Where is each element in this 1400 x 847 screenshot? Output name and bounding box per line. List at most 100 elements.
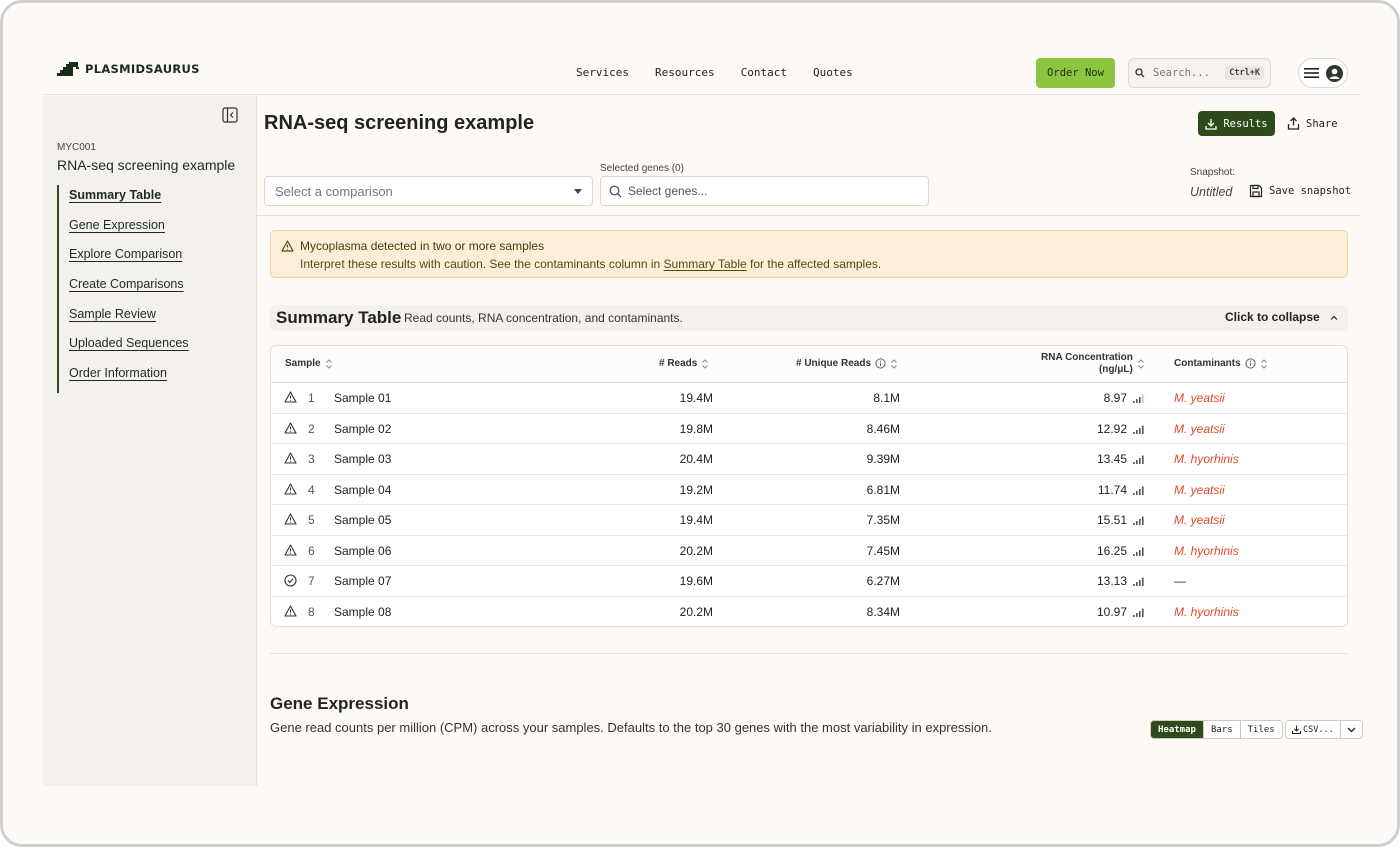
nav-quotes[interactable]: Quotes	[813, 66, 853, 79]
gene-expression-subtitle: Gene read counts per million (CPM) acros…	[270, 720, 992, 735]
genes-search-input[interactable]: Select genes...	[600, 176, 929, 206]
alert-summary-link[interactable]: Summary Table	[664, 257, 747, 271]
warning-icon	[284, 452, 297, 464]
warning-icon	[284, 482, 297, 495]
sidebar-item-order-information[interactable]: Order Information	[69, 363, 189, 393]
row-reads: 19.8M	[679, 421, 713, 436]
table-row[interactable]: 2 Sample 02 19.8M 8.46M 12.92 M. yeatsii	[271, 414, 1347, 444]
col-unique-reads[interactable]: # Unique Reads	[796, 358, 898, 369]
signal-bars-icon	[1133, 516, 1144, 525]
row-unique-reads: 8.34M	[866, 604, 900, 619]
nav-contact[interactable]: Contact	[741, 66, 787, 79]
row-index: 1	[308, 391, 315, 405]
table-row[interactable]: 6 Sample 06 20.2M 7.45M 16.25 M. hyorhinis	[271, 536, 1347, 566]
table-row[interactable]: 1 Sample 01 19.4M 8.1M 8.97 M. yeatsii	[271, 383, 1347, 414]
warning-icon	[284, 391, 297, 403]
app-window: PLASMIDSAURUS Services Resources Contact…	[0, 0, 1400, 847]
table-row[interactable]: 7 Sample 07 19.6M 6.27M 13.13 —	[271, 566, 1347, 597]
warning-icon	[284, 421, 297, 434]
divider	[257, 215, 1361, 216]
col-rna-concentration[interactable]: RNA Concentration (ng/μL)	[1041, 352, 1145, 376]
share-label: Share	[1306, 117, 1338, 130]
row-status	[284, 513, 297, 528]
row-rna-concentration: 11.74	[1097, 482, 1127, 497]
row-contaminant: —	[1174, 574, 1186, 588]
col-sample[interactable]: Sample	[285, 358, 333, 369]
hamburger-icon	[1303, 68, 1319, 78]
sidebar-collapse-icon[interactable]	[222, 107, 238, 123]
view-bars-button[interactable]: Bars	[1202, 721, 1240, 738]
order-now-button[interactable]: Order Now	[1036, 58, 1115, 88]
save-snapshot-button[interactable]: Save snapshot	[1249, 184, 1351, 198]
sidebar-item-uploaded-sequences[interactable]: Uploaded Sequences	[69, 333, 189, 363]
table-row[interactable]: 8 Sample 08 20.2M 8.34M 10.97 M. hyorhinis	[271, 597, 1347, 627]
nav-resources[interactable]: Resources	[655, 66, 715, 79]
search-box[interactable]: Search... Ctrl+K	[1128, 58, 1271, 88]
table-row[interactable]: 4 Sample 04 19.2M 6.81M 11.74 M. yeatsii	[271, 475, 1347, 505]
section-divider	[270, 653, 1348, 654]
save-icon	[1249, 184, 1263, 198]
row-unique-reads: 6.27M	[866, 574, 900, 588]
csv-export-button[interactable]: CSV...	[1286, 721, 1340, 738]
table-row[interactable]: 5 Sample 05 19.4M 7.35M 15.51 M. yeatsii	[271, 505, 1347, 536]
comparison-select[interactable]: Select a comparison	[264, 176, 593, 206]
search-shortcut: Ctrl+K	[1225, 66, 1264, 80]
table-row[interactable]: 3 Sample 03 20.4M 9.39M 13.45 M. hyorhinis	[271, 444, 1347, 475]
row-index: 8	[308, 604, 315, 619]
row-contaminant: M. hyorhinis	[1174, 452, 1239, 466]
brand-logo[interactable]: PLASMIDSAURUS	[57, 61, 200, 77]
row-unique-reads: 8.1M	[873, 391, 900, 405]
results-label: Results	[1223, 117, 1268, 130]
signal-bars-icon	[1133, 547, 1144, 556]
collapse-toggle[interactable]: Click to collapse	[1225, 310, 1338, 324]
info-icon[interactable]	[1245, 358, 1256, 369]
sidebar-item-summary-table[interactable]: Summary Table	[69, 185, 189, 215]
sidebar-item-gene-expression[interactable]: Gene Expression	[69, 215, 189, 245]
brand-name: PLASMIDSAURUS	[85, 62, 200, 76]
col-contam-label: Contaminants	[1174, 358, 1241, 369]
row-sample-name: Sample 06	[334, 543, 392, 558]
row-status	[284, 574, 297, 590]
row-contaminant: M. yeatsii	[1174, 513, 1225, 527]
signal-bars-icon	[1133, 425, 1144, 434]
col-reads[interactable]: # Reads	[659, 358, 709, 369]
selected-genes-label: Selected genes (0)	[600, 163, 684, 174]
collapse-label: Click to collapse	[1225, 310, 1320, 324]
sidebar-item-explore-comparison[interactable]: Explore Comparison	[69, 244, 189, 274]
account-menu-button[interactable]	[1298, 58, 1348, 88]
row-index: 2	[308, 421, 315, 436]
info-icon[interactable]	[875, 358, 886, 369]
row-sample-name: Sample 05	[334, 513, 392, 527]
sort-icon	[1260, 358, 1267, 369]
results-button[interactable]: Results	[1198, 111, 1275, 136]
alert-body: Interpret these results with caution. Se…	[300, 257, 881, 271]
sidebar-item-sample-review[interactable]: Sample Review	[69, 304, 189, 334]
alert-body-prefix: Interpret these results with caution. Se…	[300, 257, 664, 271]
csv-options-button[interactable]	[1339, 721, 1362, 738]
col-contaminants[interactable]: Contaminants	[1174, 358, 1268, 369]
row-unique-reads: 7.45M	[866, 543, 900, 558]
caret-down-icon	[574, 188, 582, 194]
row-index: 5	[308, 513, 315, 527]
signal-bars-icon	[1133, 394, 1144, 403]
row-rna-concentration: 13.45	[1096, 452, 1127, 466]
page-title: RNA-seq screening example	[264, 112, 535, 134]
mycoplasma-alert: Mycoplasma detected in two or more sampl…	[270, 230, 1348, 278]
snapshot-label: Snapshot:	[1190, 167, 1236, 178]
col-unique-label: # Unique Reads	[796, 358, 872, 369]
view-heatmap-button[interactable]: Heatmap	[1151, 721, 1203, 738]
share-button[interactable]: Share	[1287, 111, 1347, 136]
row-unique-reads: 9.39M	[866, 452, 900, 466]
sidebar-item-create-comparisons[interactable]: Create Comparisons	[69, 274, 189, 304]
col-rna-label: RNA Concentration (ng/μL)	[1041, 352, 1133, 376]
project-title: RNA-seq screening example	[57, 157, 236, 173]
nav-services[interactable]: Services	[576, 66, 629, 79]
row-unique-reads: 6.81M	[866, 482, 900, 497]
warning-icon	[284, 513, 297, 525]
row-contaminant: M. yeatsii	[1174, 482, 1225, 497]
row-unique-reads: 7.35M	[866, 513, 900, 527]
row-contaminant: M. hyorhinis	[1174, 604, 1239, 619]
row-unique-reads: 8.46M	[866, 421, 900, 436]
view-tiles-button[interactable]: Tiles	[1239, 721, 1282, 738]
row-sample-name: Sample 08	[334, 604, 392, 619]
